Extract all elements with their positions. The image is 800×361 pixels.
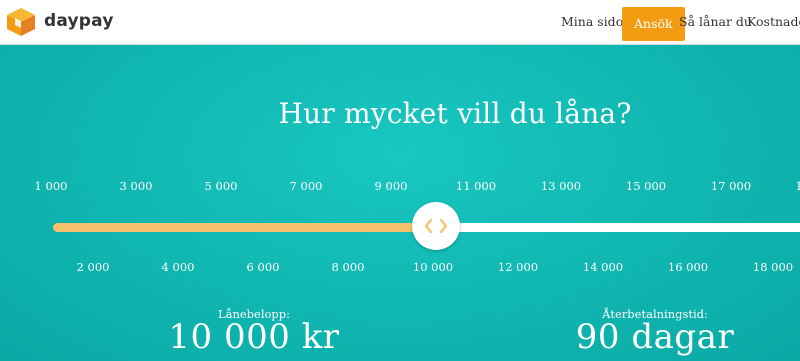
slider-track[interactable] [436,223,800,232]
slider-tick-top: 15 000 [625,179,667,193]
repayment-term-value: 90 dagar [575,317,735,357]
slider-tick-bottom: 16 000 [667,260,709,274]
slider-tick-bottom: 18 000 [752,260,794,274]
brand-name[interactable]: daypay [44,11,114,31]
slider-tick-top: 1 [795,179,800,193]
loan-calculator-hero: Hur mycket vill du låna? 1 000 3 000 5 0… [0,45,800,361]
page-title: Hur mycket vill du låna? [278,97,632,130]
slider-tick-bottom: 2 000 [76,260,110,274]
slider-tick-bottom: 4 000 [161,260,195,274]
nav-costs[interactable]: Kostnader [747,0,800,44]
site-header: daypay Mina sidor Ansök Så lånar du Kost… [0,0,800,45]
slider-tick-bottom: 8 000 [331,260,365,274]
daypay-logo-icon[interactable] [4,6,38,38]
slider-tick-top: 11 000 [455,179,497,193]
slider-tick-bottom: 10 000 [412,260,454,274]
apply-button[interactable]: Ansök [622,7,685,41]
slider-tick-top: 1 000 [34,179,68,193]
nav-my-pages[interactable]: Mina sidor [561,0,629,44]
slider-track-filled[interactable] [53,223,439,232]
slider-tick-bottom: 14 000 [582,260,624,274]
slider-tick-top: 5 000 [204,179,238,193]
slider-tick-top: 7 000 [289,179,323,193]
slider-tick-bottom: 6 000 [246,260,280,274]
slider-tick-top: 17 000 [710,179,752,193]
left-right-arrows-icon [424,218,448,234]
loan-amount-value: 10 000 kr [168,317,340,357]
slider-tick-top: 9 000 [374,179,408,193]
nav-how-to-borrow[interactable]: Så lånar du [679,0,752,44]
amount-slider-handle[interactable] [412,202,460,250]
slider-tick-top: 13 000 [540,179,582,193]
slider-tick-top: 3 000 [119,179,153,193]
slider-tick-bottom: 12 000 [497,260,539,274]
